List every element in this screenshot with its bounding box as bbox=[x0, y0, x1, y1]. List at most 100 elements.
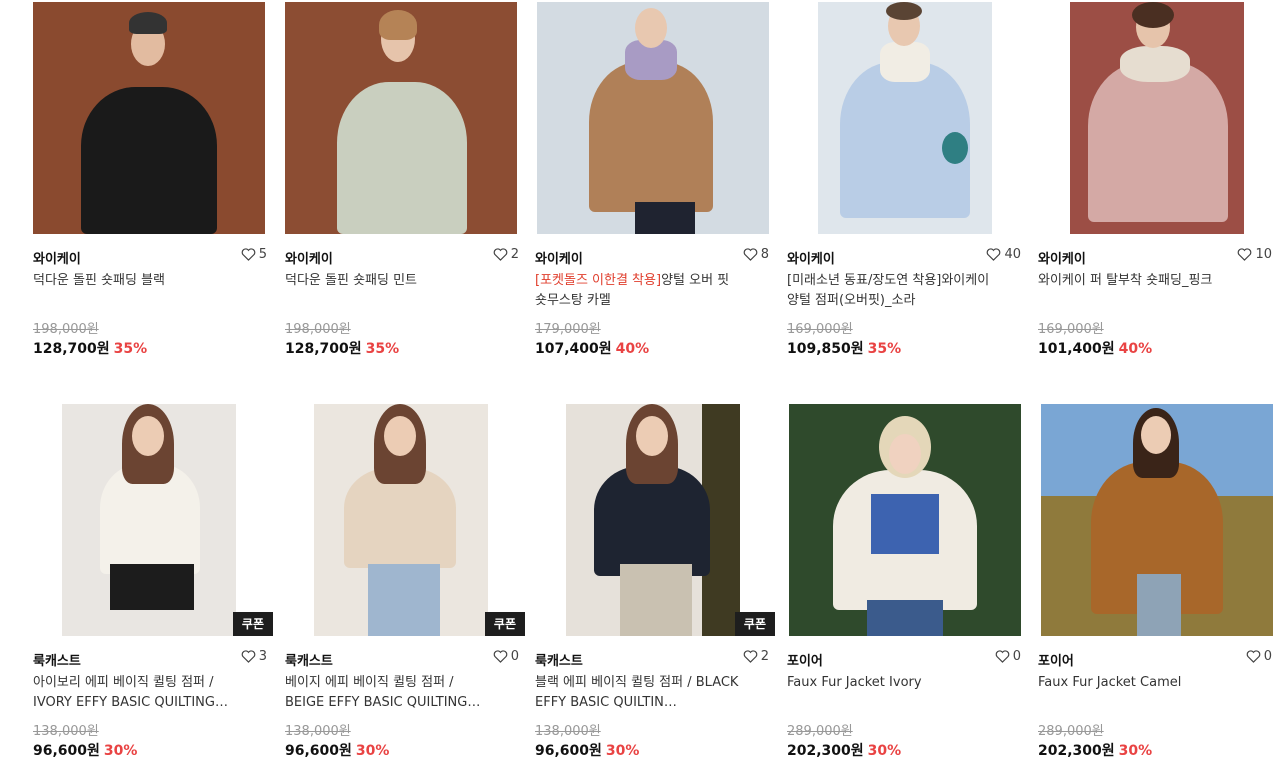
product-name[interactable]: 덕다운 돌핀 숏패딩 블랙 bbox=[33, 271, 243, 291]
like-count: 5 bbox=[258, 247, 267, 262]
product-image[interactable] bbox=[33, 2, 273, 234]
product-image[interactable] bbox=[1038, 2, 1278, 234]
like-button[interactable]: 0 bbox=[1246, 649, 1272, 664]
like-button[interactable]: 8 bbox=[743, 247, 769, 262]
like-count: 3 bbox=[258, 649, 267, 664]
sale-price: 96,600원 bbox=[285, 743, 352, 759]
heart-icon bbox=[743, 248, 758, 261]
original-price: 138,000원 bbox=[535, 724, 601, 739]
name-text: 블랙 에피 베이직 퀼팅 점퍼 / BLACK EFFY BASIC QUILT… bbox=[535, 675, 739, 710]
name-text: Faux Fur Jacket Ivory bbox=[787, 675, 922, 690]
product-name[interactable]: 블랙 에피 베이직 퀼팅 점퍼 / BLACK EFFY BASIC QUILT… bbox=[535, 673, 745, 713]
heart-icon bbox=[493, 650, 508, 663]
product-name[interactable]: [포켓돌즈 이한결 착용]양털 오버 핏 숏무스탕 카멜 bbox=[535, 271, 745, 311]
like-button[interactable]: 3 bbox=[241, 649, 267, 664]
product-image[interactable]: 쿠폰 bbox=[285, 404, 525, 636]
product-image[interactable] bbox=[787, 404, 1027, 636]
product-name[interactable]: Faux Fur Jacket Ivory bbox=[787, 673, 997, 693]
sale-price-row: 96,600원 30% bbox=[535, 740, 639, 760]
product-image[interactable]: 쿠폰 bbox=[535, 404, 775, 636]
brand-name[interactable]: 와이케이 bbox=[285, 248, 333, 267]
original-price: 198,000원 bbox=[285, 322, 351, 337]
brand-name[interactable]: 와이케이 bbox=[787, 248, 835, 267]
like-button[interactable]: 2 bbox=[493, 247, 519, 262]
name-text: 베이지 에피 베이직 퀼팅 점퍼 / BEIGE EFFY BASIC QUIL… bbox=[285, 675, 481, 710]
name-text: 덕다운 돌핀 숏패딩 민트 bbox=[285, 273, 417, 288]
name-text: 덕다운 돌핀 숏패딩 블랙 bbox=[33, 273, 165, 288]
sale-price: 128,700원 bbox=[285, 341, 362, 357]
coupon-badge: 쿠폰 bbox=[232, 612, 273, 636]
sale-price: 128,700원 bbox=[33, 341, 110, 357]
heart-icon bbox=[241, 650, 256, 663]
brand-name[interactable]: 룩캐스트 bbox=[33, 650, 81, 669]
original-price: 179,000원 bbox=[535, 322, 601, 337]
like-count: 0 bbox=[510, 649, 519, 664]
sale-price-row: 101,400원 40% bbox=[1038, 338, 1152, 358]
product-name[interactable]: Faux Fur Jacket Camel bbox=[1038, 673, 1248, 693]
sale-price-row: 202,300원 30% bbox=[1038, 740, 1152, 760]
sale-price-row: 202,300원 30% bbox=[787, 740, 901, 760]
sale-price: 101,400원 bbox=[1038, 341, 1115, 357]
sale-price: 109,850원 bbox=[787, 341, 864, 357]
product-image[interactable] bbox=[535, 2, 775, 234]
discount-rate: 30% bbox=[867, 743, 902, 759]
discount-rate: 35% bbox=[113, 341, 148, 357]
sale-price-row: 109,850원 35% bbox=[787, 338, 901, 358]
heart-icon bbox=[987, 248, 1001, 261]
like-count: 0 bbox=[1263, 649, 1272, 664]
coupon-badge: 쿠폰 bbox=[734, 612, 775, 636]
product-image[interactable] bbox=[1038, 404, 1278, 636]
brand-name[interactable]: 와이케이 bbox=[535, 248, 583, 267]
sale-price-row: 128,700원 35% bbox=[33, 338, 147, 358]
sale-price: 202,300원 bbox=[1038, 743, 1115, 759]
sale-price: 96,600원 bbox=[33, 743, 100, 759]
heart-icon bbox=[241, 248, 256, 261]
like-count: 0 bbox=[1012, 649, 1021, 664]
brand-name[interactable]: 룩캐스트 bbox=[285, 650, 333, 669]
product-name[interactable]: 아이보리 에피 베이직 퀼팅 점퍼 / IVORY EFFY BASIC QUI… bbox=[33, 673, 243, 713]
name-text: Faux Fur Jacket Camel bbox=[1038, 675, 1182, 690]
like-button[interactable]: 2 bbox=[743, 649, 769, 664]
product-name[interactable]: [미래소년 동표/장도연 착용]와이케이 양털 점퍼(오버핏)_소라 bbox=[787, 271, 997, 311]
discount-rate: 35% bbox=[365, 341, 400, 357]
brand-name[interactable]: 포이어 bbox=[787, 650, 823, 669]
original-price: 289,000원 bbox=[1038, 724, 1104, 739]
discount-rate: 30% bbox=[605, 743, 640, 759]
sale-price: 107,400원 bbox=[535, 341, 612, 357]
discount-rate: 30% bbox=[103, 743, 138, 759]
discount-rate: 30% bbox=[355, 743, 390, 759]
like-button[interactable]: 5 bbox=[241, 247, 267, 262]
brand-name[interactable]: 룩캐스트 bbox=[535, 650, 583, 669]
discount-rate: 40% bbox=[1118, 341, 1153, 357]
product-image[interactable] bbox=[285, 2, 525, 234]
discount-rate: 35% bbox=[867, 341, 902, 357]
sale-price-row: 96,600원 30% bbox=[33, 740, 137, 760]
name-text: 아이보리 에피 베이직 퀼팅 점퍼 / IVORY EFFY BASIC QUI… bbox=[33, 675, 228, 710]
product-image[interactable] bbox=[787, 2, 1027, 234]
discount-rate: 40% bbox=[615, 341, 650, 357]
sale-price-row: 128,700원 35% bbox=[285, 338, 399, 358]
like-count: 2 bbox=[510, 247, 519, 262]
heart-icon bbox=[743, 650, 758, 663]
like-button[interactable]: 0 bbox=[493, 649, 519, 664]
product-name[interactable]: 베이지 에피 베이직 퀼팅 점퍼 / BEIGE EFFY BASIC QUIL… bbox=[285, 673, 495, 713]
name-text: 와이케이 퍼 탈부착 숏패딩_핑크 bbox=[1038, 273, 1213, 288]
like-button[interactable]: 10 bbox=[1237, 247, 1272, 262]
coupon-badge: 쿠폰 bbox=[484, 612, 525, 636]
like-count: 8 bbox=[760, 247, 769, 262]
sale-price: 96,600원 bbox=[535, 743, 602, 759]
like-button[interactable]: 0 bbox=[995, 649, 1021, 664]
product-name[interactable]: 와이케이 퍼 탈부착 숏패딩_핑크 bbox=[1038, 271, 1248, 291]
brand-name[interactable]: 와이케이 bbox=[33, 248, 81, 267]
like-button[interactable]: 40 bbox=[986, 247, 1021, 262]
brand-name[interactable]: 와이케이 bbox=[1038, 248, 1086, 267]
brand-name[interactable]: 포이어 bbox=[1038, 650, 1074, 669]
original-price: 289,000원 bbox=[787, 724, 853, 739]
product-image[interactable]: 쿠폰 bbox=[33, 404, 273, 636]
original-price: 169,000원 bbox=[787, 322, 853, 337]
original-price: 138,000원 bbox=[285, 724, 351, 739]
original-price: 198,000원 bbox=[33, 322, 99, 337]
product-name[interactable]: 덕다운 돌핀 숏패딩 민트 bbox=[285, 271, 495, 291]
discount-rate: 30% bbox=[1118, 743, 1153, 759]
original-price: 169,000원 bbox=[1038, 322, 1104, 337]
